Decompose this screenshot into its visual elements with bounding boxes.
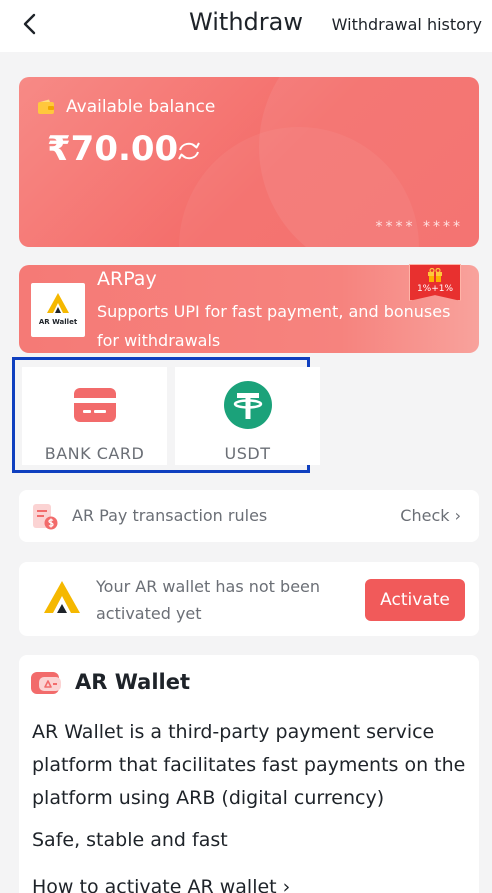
- arpay-description: Supports UPI for fast payment, and bonus…: [97, 302, 451, 350]
- activation-row: Your AR wallet has not been activated ye…: [19, 562, 479, 636]
- refresh-icon[interactable]: [175, 139, 203, 163]
- balance-amount: ₹70.00: [47, 129, 179, 169]
- info-title: AR Wallet: [75, 670, 190, 694]
- balance-label: Available balance: [66, 97, 216, 117]
- card-number-mask: **** ****: [375, 219, 463, 235]
- how-to-activate-link[interactable]: How to activate AR wallet ›: [32, 876, 290, 893]
- transaction-rules-row[interactable]: AR Pay transaction rules Check ›: [19, 490, 479, 542]
- ar-wallet-logo-icon: [47, 293, 69, 313]
- check-rules-link[interactable]: Check ›: [400, 506, 461, 525]
- balance-card: Available balance ₹70.00 **** ****: [19, 77, 479, 247]
- withdrawal-history-link[interactable]: Withdrawal history: [332, 15, 482, 34]
- bonus-badge: 1%+1%: [409, 264, 461, 301]
- info-description: AR Wallet is a third-party payment servi…: [32, 721, 466, 809]
- activation-message: Your AR wallet has not been activated ye…: [96, 577, 321, 623]
- arpay-banner[interactable]: AR Wallet ARPay Supports UPI for fast pa…: [19, 264, 479, 353]
- arpay-name: ARPay: [97, 268, 157, 290]
- usdt-icon: [223, 381, 272, 429]
- ar-wallet-logo: AR Wallet: [31, 283, 85, 337]
- document-money-icon: [33, 504, 58, 530]
- usdt-label: USDT: [224, 444, 271, 463]
- usdt-option[interactable]: USDT: [175, 367, 320, 465]
- bonus-text: 1%+1%: [416, 284, 454, 294]
- info-feature: Safe, stable and fast: [32, 829, 228, 851]
- ar-wallet-logo-text: AR Wallet: [38, 318, 78, 326]
- bank-card-option[interactable]: BANK CARD: [22, 367, 167, 465]
- transaction-rules-label: AR Pay transaction rules: [72, 506, 268, 525]
- withdraw-method-selector: BANK CARD USDT: [12, 357, 320, 473]
- wallet-icon: [38, 99, 54, 114]
- bank-card-icon: [73, 388, 116, 422]
- gift-icon: [428, 268, 442, 282]
- top-bar: Withdraw Withdrawal history: [0, 0, 492, 52]
- ar-wallet-info-card: AR Wallet AR Wallet is a third-party pay…: [19, 655, 479, 893]
- ar-wallet-card-icon: [31, 672, 61, 694]
- bank-card-label: BANK CARD: [44, 444, 145, 463]
- ar-wallet-icon: [44, 581, 80, 613]
- activate-button[interactable]: Activate: [365, 579, 465, 621]
